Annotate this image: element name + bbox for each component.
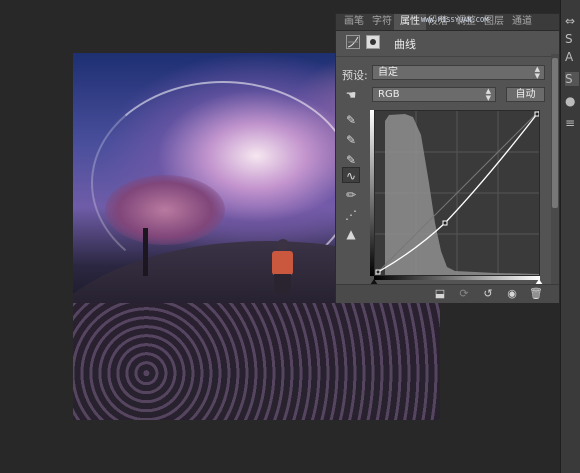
preset-label: 预设: (342, 69, 368, 82)
curve-edit-icon[interactable]: ∿ (342, 167, 360, 183)
watermark-text: WWW.MISSYUAN.COM (421, 16, 489, 24)
channel-select[interactable]: RGB ▲ ▼ (372, 87, 496, 102)
properties-panel: 画笔 字符 属性 段落 调整 图层 通道 WWW.MISSYUAN.COM 曲线… (335, 13, 560, 303)
panel-title: 曲线 (394, 38, 416, 51)
dock-dot-icon[interactable]: ● (565, 94, 579, 108)
tab-channels[interactable]: 通道 (506, 14, 538, 30)
hand-adjust-icon[interactable]: ☚ (342, 87, 360, 103)
eyedropper-white-icon[interactable]: ✎ (342, 152, 360, 168)
histogram (385, 114, 539, 275)
tree-crown (105, 175, 225, 245)
preset-select[interactable]: 自定 ▲ ▼ (372, 65, 545, 80)
clip-to-layer-icon[interactable]: ⬓ (432, 287, 448, 301)
right-tool-dock: ⇔ S A S ● ≡ (560, 0, 580, 473)
select-arrows-icon: ▲ ▼ (534, 65, 540, 80)
clipping-warning-icon[interactable]: ▲ (342, 226, 360, 242)
channel-value: RGB (378, 89, 400, 100)
boy-figure-legs (274, 274, 291, 294)
auto-button[interactable]: 自动 (506, 87, 545, 102)
boy-figure-head (277, 239, 289, 251)
curves-adjustment-icon[interactable] (346, 35, 360, 49)
panel-scrollbar[interactable] (551, 54, 559, 300)
panel-header: 曲线 (342, 34, 552, 52)
scroll-thumb[interactable] (552, 58, 558, 208)
preset-value: 自定 (378, 67, 398, 78)
dock-letter-s-active[interactable]: S (565, 72, 579, 86)
eyedropper-black-icon[interactable]: ✎ (342, 112, 360, 128)
delete-icon[interactable]: 🗑 (528, 287, 544, 301)
curve-point-mid (442, 220, 448, 226)
smooth-icon[interactable]: ⋰ (342, 207, 360, 223)
curve-point-black (375, 269, 381, 275)
grass-field (73, 303, 440, 420)
view-previous-icon[interactable]: ⟳ (456, 287, 472, 301)
curves-graph-svg (375, 111, 539, 275)
pencil-icon[interactable]: ✏ (342, 187, 360, 203)
curve-point-white (534, 111, 539, 117)
dock-arrows-icon[interactable]: ⇔ (565, 14, 579, 28)
select-arrows-icon: ▲ ▼ (485, 87, 491, 102)
dock-letter-s[interactable]: S (565, 32, 579, 46)
mask-icon[interactable] (366, 35, 380, 49)
panel-bottom-bar: ⬓ ⟳ ↺ ◉ 🗑 (336, 284, 559, 303)
input-gradient-bar (374, 276, 540, 280)
eyedropper-gray-icon[interactable]: ✎ (342, 132, 360, 148)
reset-icon[interactable]: ↺ (480, 287, 496, 301)
tree-trunk (143, 228, 148, 276)
curves-graph[interactable] (374, 110, 540, 276)
visibility-icon[interactable]: ◉ (504, 287, 520, 301)
dock-layers-icon[interactable]: ≡ (565, 116, 579, 130)
boy-figure-body (272, 251, 293, 275)
header-divider (336, 56, 559, 57)
dock-letter-a[interactable]: A (565, 50, 579, 64)
